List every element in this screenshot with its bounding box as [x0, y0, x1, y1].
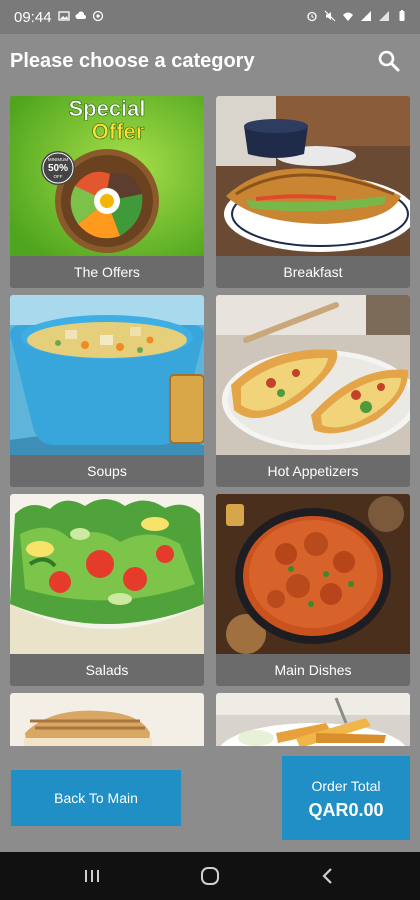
special-offer-image: Special Offer MINIMUM 50% OFF [10, 96, 204, 256]
curry-image [216, 494, 410, 654]
sandwich-image [10, 693, 204, 746]
cloud-icon [75, 11, 86, 19]
stuffed-zucchini-image [216, 295, 410, 455]
category-card-sides[interactable] [216, 693, 410, 746]
back-icon [322, 868, 332, 884]
category-card-salads[interactable]: Salads [10, 494, 204, 686]
category-card-the-offers[interactable]: Special Offer MINIMUM 50% OFF The Offers [10, 96, 204, 288]
offer-badge-value: 50% [48, 163, 68, 174]
home-icon [201, 867, 219, 885]
status-right-icons [306, 10, 408, 22]
order-total-amount: QAR0.00 [308, 800, 384, 820]
alarm-icon [307, 11, 317, 22]
category-label: Main Dishes [216, 654, 410, 686]
category-card-breakfast[interactable]: Breakfast [216, 96, 410, 288]
order-total-label: Order Total [311, 778, 381, 794]
category-label: Soups [10, 455, 204, 487]
status-time: 09:44 [14, 9, 52, 26]
search-button[interactable] [376, 48, 402, 74]
signal-icon [361, 11, 371, 21]
app-header: Please choose a category [0, 34, 420, 90]
category-card-soups[interactable]: Soups [10, 295, 204, 487]
image-icon [58, 11, 70, 21]
status-left-icons [58, 10, 104, 22]
bottom-action-bar: Back To Main Order Total QAR0.00 [0, 746, 420, 852]
category-card-main-dishes[interactable]: Main Dishes [216, 494, 410, 686]
offer-badge-top: MINIMUM [48, 157, 68, 162]
back-button[interactable] [316, 864, 340, 888]
offer-badge-bottom: OFF [54, 174, 63, 179]
category-label: The Offers [10, 256, 204, 288]
recents-button[interactable] [80, 864, 104, 888]
vpn-icon [92, 10, 104, 22]
category-grid: Special Offer MINIMUM 50% OFF The Offers [10, 96, 410, 746]
offer-title-line1: Special [68, 96, 145, 121]
category-card-hot-appetizers[interactable]: Hot Appetizers [216, 295, 410, 487]
category-card-sandwiches[interactable] [10, 693, 204, 746]
battery-icon [399, 10, 405, 21]
soup-image [10, 295, 204, 455]
order-total-button[interactable]: Order Total QAR0.00 [282, 756, 410, 840]
offer-title-line2: Offer [92, 119, 145, 144]
recents-icon [85, 870, 99, 882]
salad-image [10, 494, 204, 654]
search-icon [378, 50, 400, 72]
status-bar: 09:44 [0, 0, 420, 34]
system-nav-bar [0, 852, 420, 900]
mute-icon [324, 10, 336, 22]
home-button[interactable] [198, 864, 222, 888]
fries-image [216, 693, 410, 746]
category-label: Salads [10, 654, 204, 686]
page-title: Please choose a category [10, 50, 255, 72]
signal-icon [379, 11, 389, 21]
croissant-image [216, 96, 410, 256]
category-label: Hot Appetizers [216, 455, 410, 487]
category-label: Breakfast [216, 256, 410, 288]
wifi-icon [343, 12, 353, 21]
back-to-main-button[interactable]: Back To Main [11, 770, 181, 826]
